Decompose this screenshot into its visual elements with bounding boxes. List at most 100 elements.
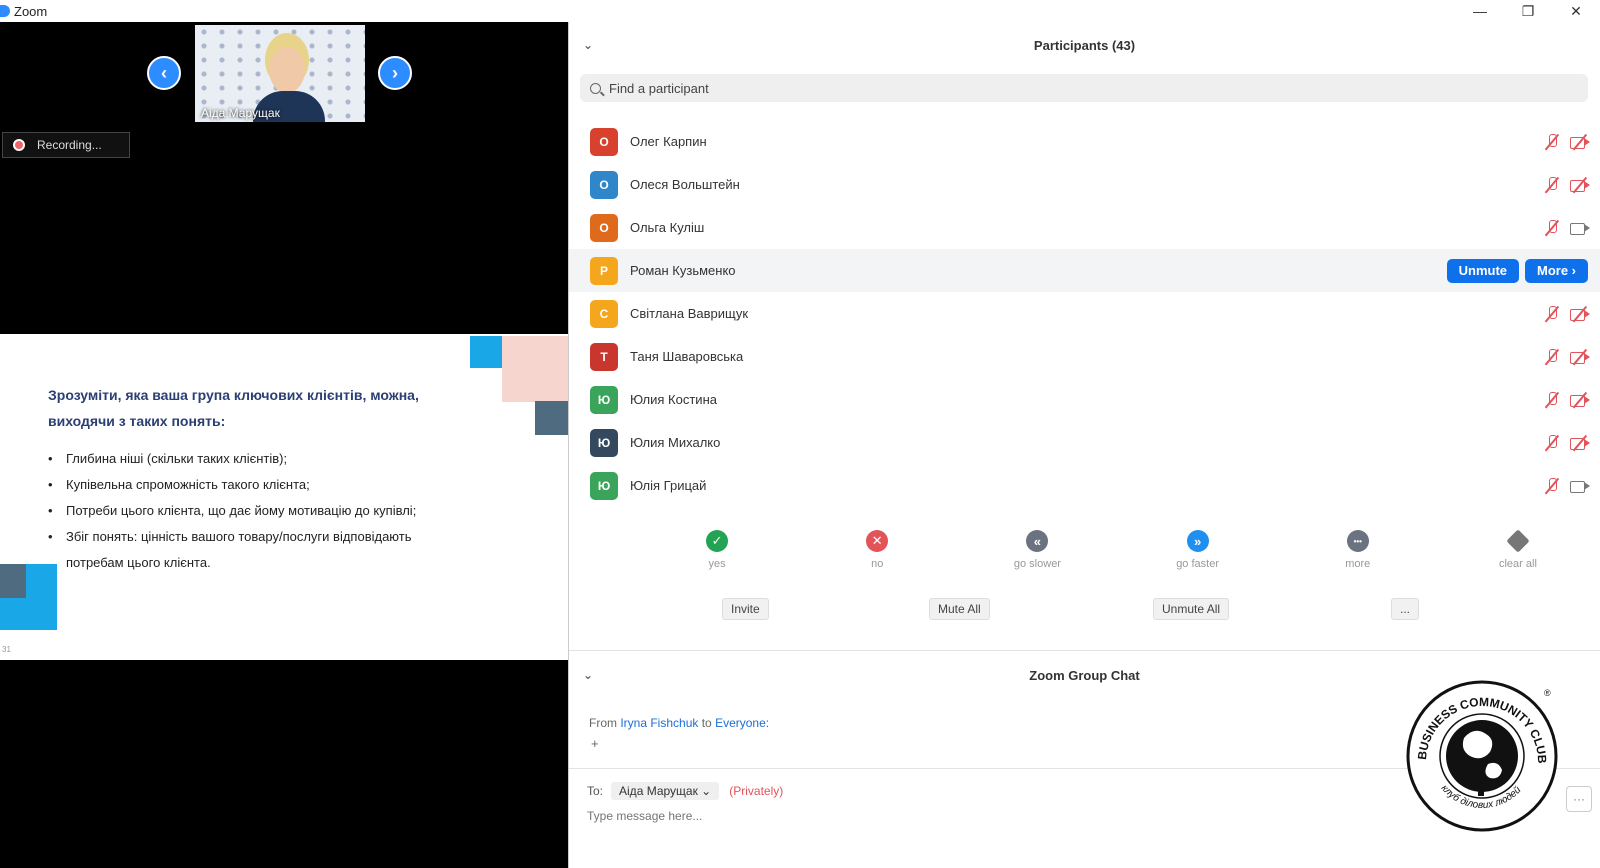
- video-camera-icon: [1570, 221, 1590, 235]
- video-off-icon: [1570, 434, 1590, 451]
- participant-row[interactable]: Ю Юлія Грицай: [569, 464, 1600, 507]
- reaction-button[interactable]: clear all: [1436, 529, 1600, 570]
- reaction-button[interactable]: « go slower: [955, 530, 1119, 570]
- decor-square: [470, 336, 502, 368]
- business-community-club-logo: BUSINESS COMMUNITY CLUB клуб ділових люд…: [1406, 680, 1558, 832]
- participant-status-icons: [1544, 348, 1590, 366]
- speaker-thumbnail[interactable]: Аіда Марущак: [195, 25, 365, 122]
- minimize-icon[interactable]: —: [1456, 0, 1504, 22]
- mute-all-button[interactable]: Mute All: [929, 598, 990, 620]
- reaction-label: more: [1345, 558, 1371, 570]
- more-reactions-icon: •••: [1346, 530, 1369, 552]
- participant-name: Олеся Вольштейн: [630, 177, 740, 192]
- participant-row[interactable]: С Світлана Ваврищук: [569, 292, 1600, 335]
- recipient-select[interactable]: Аіда Марущак ⌄: [611, 782, 720, 800]
- collapse-chevron-icon[interactable]: ⌄: [583, 38, 593, 52]
- participant-avatar: Р: [590, 256, 618, 285]
- mic-muted-icon: [1544, 133, 1560, 151]
- sender-name[interactable]: Iryna Fishchuk: [620, 716, 698, 730]
- participant-name: Світлана Ваврищук: [630, 306, 749, 321]
- participant-avatar: Ю: [590, 471, 618, 500]
- participant-avatar: Ю: [590, 385, 618, 414]
- video-camera-icon: [1570, 479, 1590, 493]
- decor-square: [502, 336, 568, 402]
- decor-square: [535, 401, 568, 435]
- mic-muted-icon: [1544, 391, 1560, 409]
- recording-label: Recording...: [37, 138, 102, 152]
- participant-row[interactable]: О Олеся Вольштейн: [569, 163, 1600, 206]
- go-slower-icon: «: [1026, 530, 1049, 552]
- participant-avatar: О: [590, 170, 618, 199]
- collapse-chevron-icon[interactable]: ⌄: [583, 668, 593, 682]
- reaction-label: no: [871, 558, 884, 570]
- invite-button[interactable]: Invite: [722, 598, 769, 620]
- video-off-icon: [1570, 176, 1590, 193]
- chat-title: Zoom Group Chat: [1029, 667, 1140, 683]
- chat-message-input[interactable]: [587, 809, 1087, 823]
- restore-icon[interactable]: ❐: [1504, 0, 1552, 22]
- video-off-icon: [1570, 348, 1590, 365]
- video-off-icon: [1570, 133, 1590, 150]
- participant-name: Юлія Грицай: [630, 478, 707, 493]
- participant-status-icons: [1544, 305, 1590, 323]
- participant-avatar: С: [590, 299, 618, 328]
- mic-muted-icon: [1544, 434, 1560, 452]
- window-controls: — ❐ ✕: [1456, 0, 1600, 22]
- search-input[interactable]: Find a participant: [580, 74, 1588, 102]
- participant-row[interactable]: Р Роман Кузьменко Unmute More ›: [569, 249, 1600, 292]
- participant-avatar: О: [590, 213, 618, 242]
- participant-status-icons: [1544, 133, 1590, 151]
- slide-bullet: Купівельна спроможність такого клієнта;: [48, 472, 468, 498]
- participant-actions: Invite Mute All Unmute All ...: [569, 598, 1600, 638]
- window-title: Zoom: [14, 3, 48, 19]
- divider: [569, 650, 1600, 651]
- reaction-button[interactable]: ✕ no: [795, 530, 959, 570]
- chat-more-button[interactable]: ···: [1566, 786, 1592, 812]
- recording-dot-icon: [13, 139, 25, 151]
- chat-message-text: +: [591, 736, 599, 751]
- participant-status-icons: [1544, 176, 1590, 194]
- reaction-button[interactable]: » go faster: [1116, 530, 1280, 570]
- participant-name: Юлия Михалко: [630, 435, 721, 450]
- participants-header: ⌄ Participants (43): [569, 22, 1600, 68]
- to-label: To:: [587, 784, 604, 798]
- speaker-name: Аіда Марущак: [201, 106, 280, 120]
- close-icon[interactable]: ✕: [1552, 0, 1600, 22]
- reaction-label: yes: [708, 558, 726, 570]
- participant-row[interactable]: Т Таня Шаваровська: [569, 335, 1600, 378]
- participant-row[interactable]: О Ольга Куліш: [569, 206, 1600, 249]
- slide-heading: Зрозуміти, яка ваша група ключових клієн…: [48, 387, 419, 429]
- unmute-all-button[interactable]: Unmute All: [1153, 598, 1230, 620]
- slide-bullet: Глибина ніші (скільки таких клієнтів);: [48, 446, 468, 472]
- slide-bullet: Потреби цього клієнта, що дає йому мотив…: [48, 498, 468, 524]
- shared-slide: Зрозуміти, яка ваша група ключових клієн…: [0, 334, 568, 660]
- participant-name: Юлия Костина: [630, 392, 717, 407]
- speaker-head: [269, 47, 305, 93]
- reaction-button[interactable]: ✓ yes: [635, 530, 799, 570]
- more-button[interactable]: More ›: [1525, 258, 1588, 283]
- recipient-name[interactable]: Everyone:: [715, 716, 769, 730]
- participant-row[interactable]: О Олег Карпин: [569, 120, 1600, 163]
- participant-row[interactable]: Ю Юлия Костина: [569, 378, 1600, 421]
- reaction-label: go slower: [1013, 558, 1061, 570]
- next-video-arrow-icon[interactable]: ›: [378, 56, 412, 90]
- participant-row[interactable]: Ю Юлия Михалко: [569, 421, 1600, 464]
- mic-muted-icon: [1544, 348, 1560, 366]
- recording-indicator[interactable]: Recording...: [2, 132, 130, 158]
- prev-video-arrow-icon[interactable]: ‹: [147, 56, 181, 90]
- unmute-button[interactable]: Unmute: [1446, 258, 1519, 283]
- participant-hover-actions: Unmute More ›: [1446, 258, 1588, 283]
- video-off-icon: [1570, 391, 1590, 408]
- participant-status-icons: [1544, 391, 1590, 409]
- mic-muted-icon: [1544, 176, 1560, 194]
- participant-name: Олег Карпин: [630, 134, 707, 149]
- reaction-label: go faster: [1176, 558, 1219, 570]
- participant-status-icons: [1544, 219, 1590, 237]
- more-actions-button[interactable]: ...: [1391, 598, 1420, 620]
- search-icon: [590, 82, 601, 94]
- reaction-button[interactable]: ••• more: [1276, 530, 1440, 570]
- participant-list: О Олег Карпин О Олеся Вольштейн О Ольга Куліш…: [569, 120, 1600, 507]
- go-faster-icon: »: [1186, 530, 1209, 552]
- video-area: ‹ Аіда Марущак › Recording... Зрозуміти,…: [0, 22, 568, 868]
- clear-all-icon: [1506, 529, 1530, 553]
